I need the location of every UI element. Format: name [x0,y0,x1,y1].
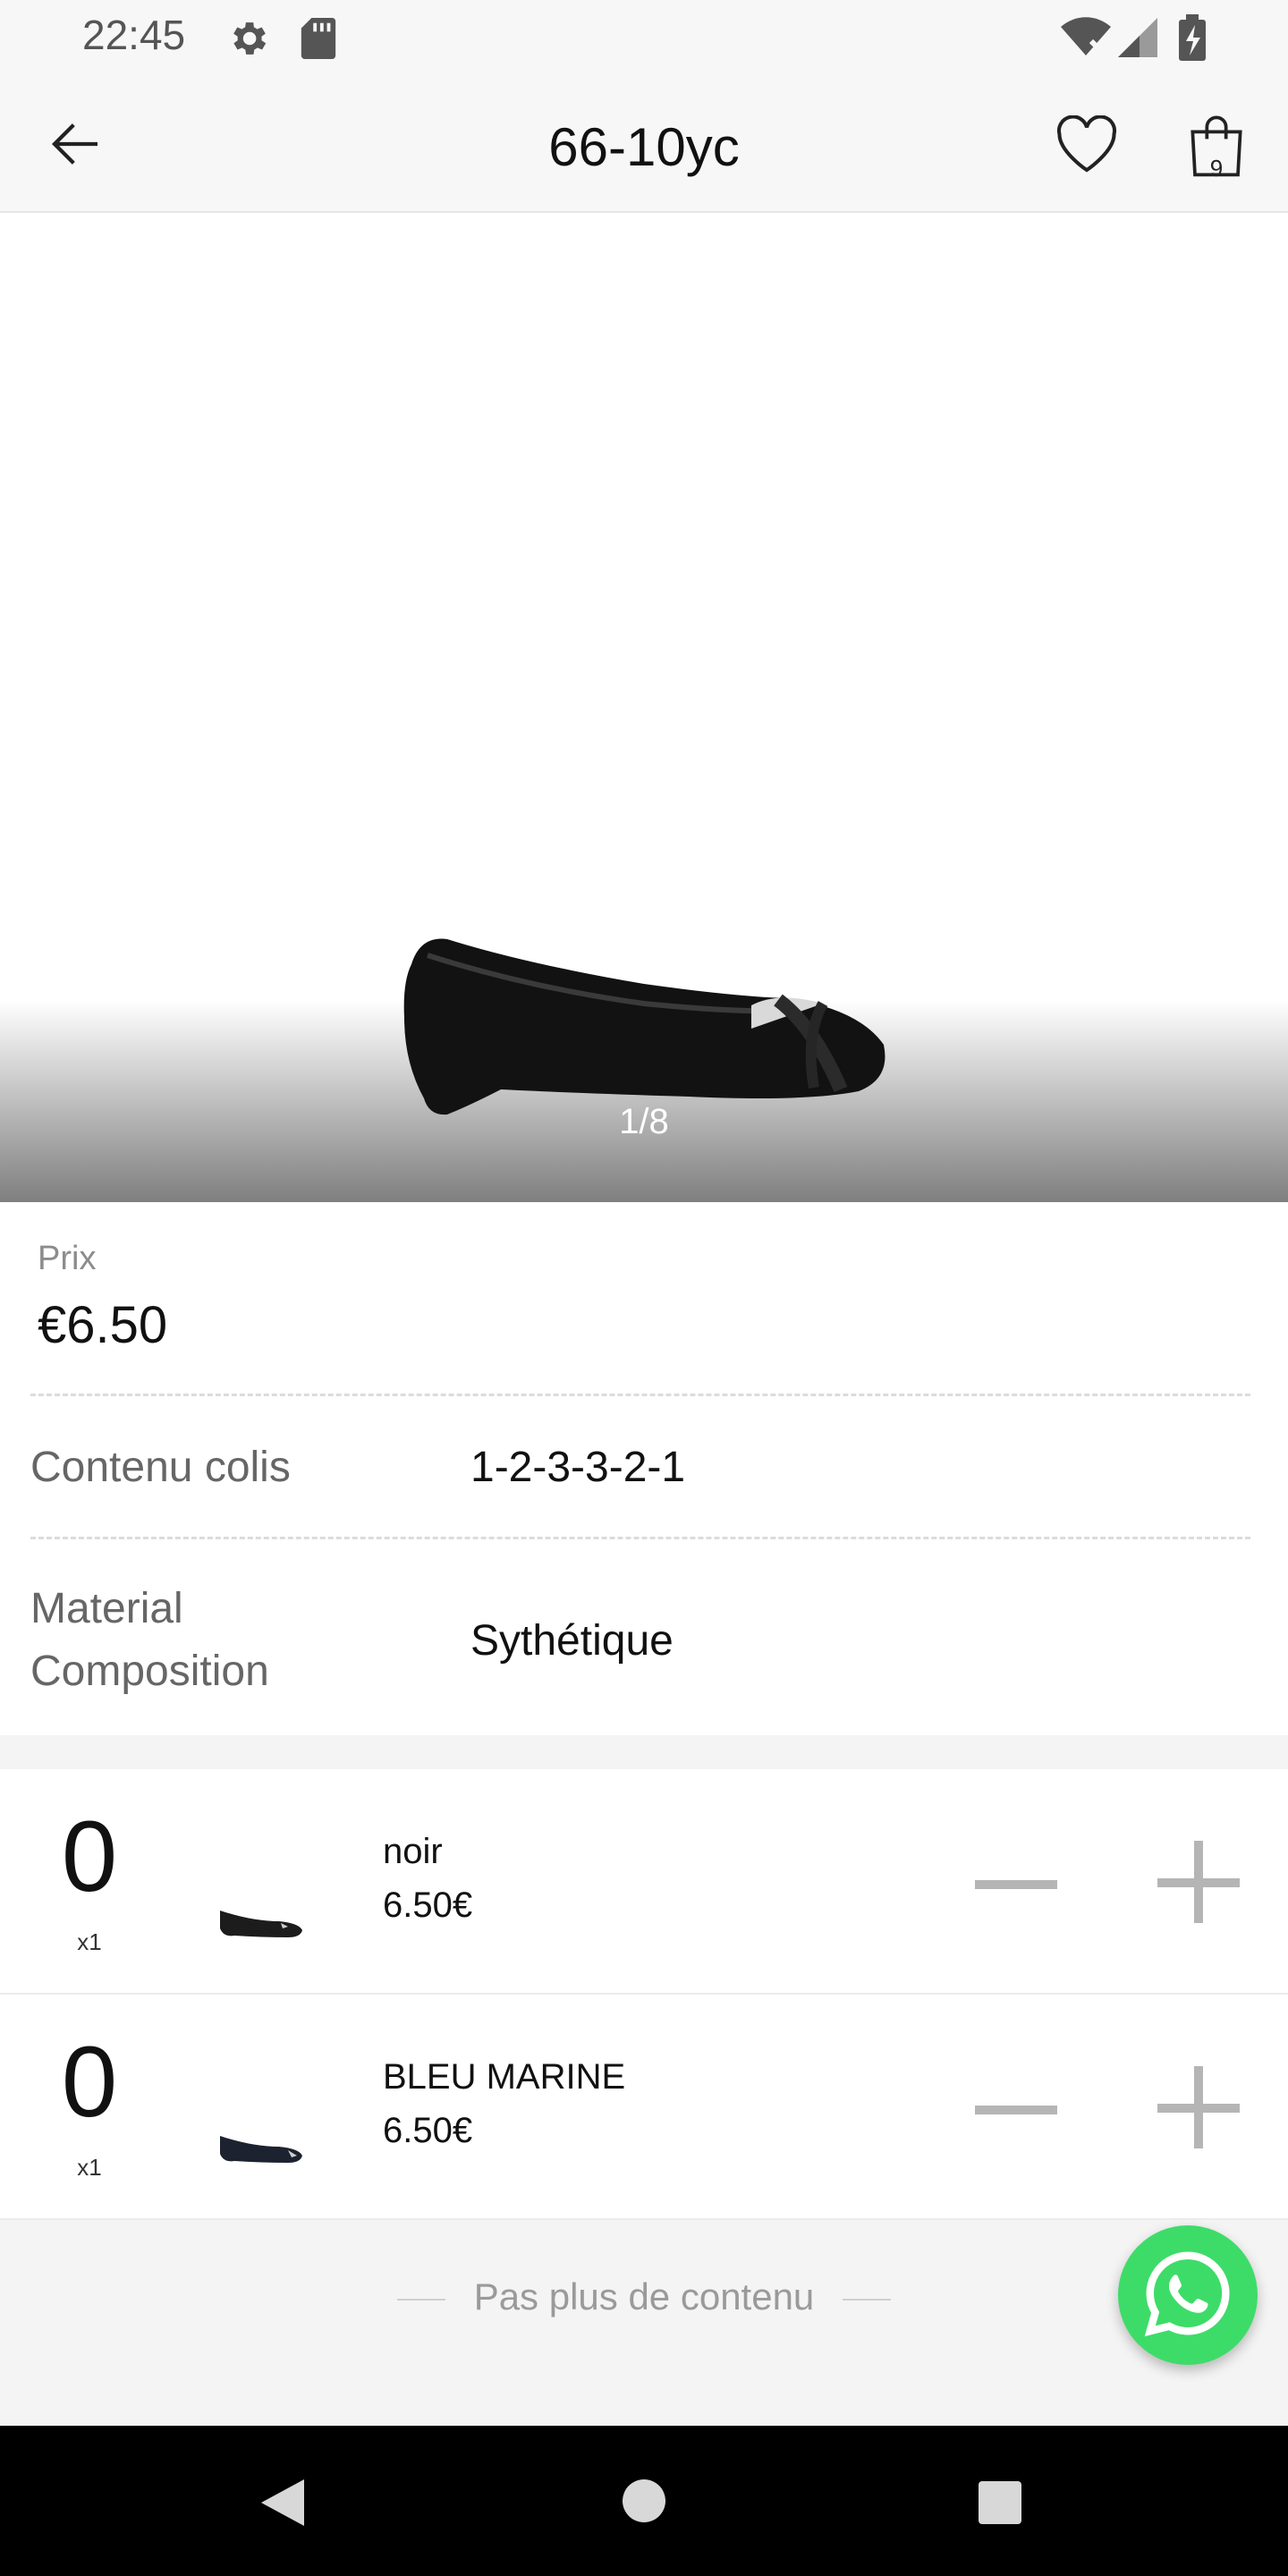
spec-value-package: 1-2-3-3-2-1 [470,1444,686,1491]
whatsapp-button[interactable] [1118,2225,1258,2365]
divider [30,1394,1250,1396]
status-bar: 22:45 [0,0,1288,82]
whatsapp-icon [1141,2247,1234,2344]
end-of-list: Pas plus de contenu [0,2222,1288,2426]
spec-label-package: Contenu colis [30,1444,291,1491]
increase-quantity-button[interactable] [1154,1837,1243,1927]
variant-price: 6.50€ [383,2111,473,2150]
gear-icon [225,16,270,65]
variant-multiplier: x1 [77,2154,102,2181]
status-time: 22:45 [82,12,186,58]
decrease-quantity-button[interactable] [971,1841,1061,1930]
variant-name: noir [383,1832,443,1871]
variant-multiplier: x1 [77,1928,102,1955]
divider [30,1537,1250,1539]
spec-label-material: Material Composition [30,1585,269,1695]
increase-quantity-button[interactable] [1154,2063,1243,2152]
variant-row: 0 x1 BLEU MARINE 6.50€ [0,1995,1288,2220]
system-nav-bar [0,2426,1288,2576]
app-bar: 66-10yc 9 [0,82,1288,213]
variant-row: 0 x1 noir 6.50€ [0,1769,1288,1995]
divider-left [396,2298,445,2301]
heart-icon [1055,114,1118,177]
signal-icon [1118,18,1157,62]
variant-name: BLEU MARINE [383,2057,626,2097]
variant-quantity: 0 [61,1801,118,1912]
no-more-content-text: Pas plus de contenu [473,2275,815,2318]
divider-right [843,2298,892,2301]
product-image-gallery[interactable]: 1/8 [0,213,1288,1202]
variant-list: 0 x1 noir 6.50€ 0 x1 BLEU MARINE 6.50€ [0,1769,1288,2220]
image-counter: 1/8 [619,1102,669,1141]
battery-charging-icon [1179,14,1206,65]
variant-thumbnail [220,1911,302,1937]
cart-button[interactable]: 9 [1172,100,1261,190]
favorite-button[interactable] [1046,106,1127,186]
nav-home-icon[interactable] [621,2478,667,2529]
variant-thumbnail [220,2136,302,2163]
sd-card-icon [301,18,336,64]
decrease-quantity-button[interactable] [971,2066,1061,2156]
price-label: Prix [38,1240,97,1277]
nav-back-icon[interactable] [258,2476,308,2534]
nav-recents-icon[interactable] [977,2479,1023,2530]
variant-price: 6.50€ [383,1885,473,1925]
variant-quantity: 0 [61,2026,118,2138]
wifi-icon [1061,16,1111,64]
cart-count-badge: 9 [1209,155,1224,182]
spec-value-material: Sythétique [470,1617,674,1665]
price-value: €6.50 [38,1296,168,1354]
end-of-content-message: Pas plus de contenu [0,2275,1288,2318]
product-info: Prix €6.50 Contenu colis 1-2-3-3-2-1 Mat… [0,1202,1288,1735]
shopping-bag-icon: 9 [1188,113,1245,182]
